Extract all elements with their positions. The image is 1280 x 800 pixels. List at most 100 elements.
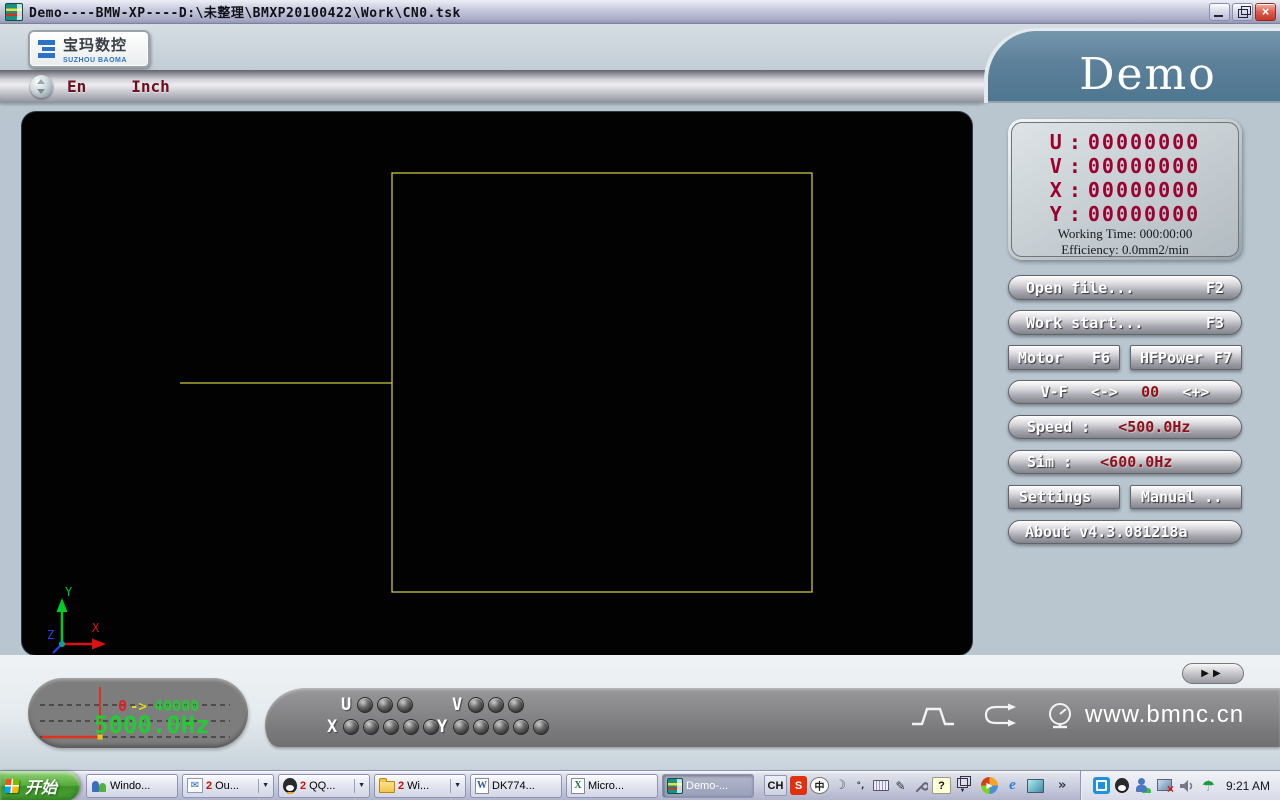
hf-power-button[interactable]: HFPower F7 [1130,345,1242,370]
indicator-group-v: V [452,695,524,715]
freq-current: 5000.0Hz [94,711,210,739]
chinese-mode-icon[interactable]: 中 [810,777,829,794]
sogou-ime-icon[interactable]: S [790,776,807,795]
motor-button[interactable]: Motor F6 [1008,345,1120,370]
input-language-indicator[interactable]: CH [764,775,787,796]
pulse-wave-icon[interactable] [910,703,956,729]
language-bar-options[interactable]: ▼ [954,776,971,795]
taskbar-clock[interactable]: 9:21 AM [1226,779,1270,793]
handwriting-icon[interactable]: ✎ [892,776,909,795]
tray-app-icon[interactable] [1093,777,1110,794]
tray-network-error-icon[interactable]: × [1156,777,1173,794]
tray-qq-icon[interactable] [1115,778,1129,793]
button-label: Open file... [1026,279,1134,297]
toolbar-overflow-chevron[interactable]: » [1058,778,1066,793]
punctuation-mode-icon[interactable]: °, [852,776,869,795]
tray-volume-icon[interactable] [1178,777,1195,794]
gauge-icon[interactable] [1045,700,1075,732]
dro-row-y: Y:00000000 [1012,202,1238,226]
z-axis-label: Z [47,628,54,642]
minimize-button[interactable] [1209,3,1230,21]
wrench-icon [914,779,928,793]
dropdown-arrow-icon[interactable]: ▼ [450,779,461,793]
windows-logo-icon [4,779,19,793]
sim-button[interactable]: Sim : <600.0Hz [1008,450,1242,474]
indicator-lamp-u-3 [397,697,413,713]
manual-button[interactable]: Manual .. [1130,485,1242,509]
indicator-lamp-x-2 [363,719,379,735]
task-button-messenger[interactable]: Windo... [86,774,178,798]
dropdown-arrow-icon[interactable]: ▼ [258,779,269,793]
part-rectangle [392,173,812,592]
tray-umbrella-icon[interactable]: ☂ [1200,777,1217,794]
vf-control[interactable]: V-F <-> 00 <+> [1008,380,1242,404]
indicator-label-u: U [341,695,351,715]
indicator-label-x: X [327,717,337,737]
taskbar: 开始 Windo... ✉2Ou...▼2QQ...▼2Wi...▼WDK774.… [0,770,1280,800]
speed-button[interactable]: Speed : <500.0Hz [1008,415,1242,439]
language-toggle[interactable]: En [67,77,86,96]
restore-toolbar-icon [957,778,968,788]
title-bar[interactable]: Demo----BMW-XP----D:\未整理\BMXP20100422\Wo… [0,0,1280,24]
button-label: Speed : [1027,418,1090,436]
task-button-folder[interactable]: 2Wi...▼ [374,774,466,798]
internet-explorer-icon[interactable]: e [1004,777,1021,794]
task-button-outlook[interactable]: ✉2Ou...▼ [182,774,274,798]
about-button[interactable]: About v4.3.081218a [1008,520,1242,544]
error-cross-icon: × [1167,784,1174,794]
next-page-button[interactable]: ▶▶ [1182,663,1244,684]
speed-value: <500.0Hz [1118,418,1190,436]
button-label: Work start... [1026,314,1143,332]
start-button[interactable]: 开始 [0,771,80,800]
dro-label: Y [1050,202,1062,226]
soft-keyboard-icon[interactable] [872,776,889,795]
menu-bar: En Inch [0,70,1002,103]
task-button-bmwapp[interactable]: Demo-... [662,774,754,798]
task-label: Windo... [110,780,173,792]
hotkey-label: F7 [1214,349,1232,367]
word-icon: W [475,778,489,794]
ime-tools-icon[interactable] [912,776,929,795]
help-icon[interactable]: ? [932,777,951,794]
frequency-monitor: 0 -> 40000 5000.0Hz [28,678,248,748]
indicator-lamp-u-2 [377,697,393,713]
indicator-lamp-v-3 [508,697,524,713]
app-icon [5,3,23,21]
tray-messenger-status-icon[interactable] [1134,777,1151,794]
settings-button[interactable]: Settings [1008,485,1120,509]
x-axis-arrow-icon [92,639,106,650]
indicator-group-y: Y [437,717,549,737]
task-button-word[interactable]: WDK774... [470,774,562,798]
start-label: 开始 [25,774,57,798]
open-file-button[interactable]: Open file... F2 [1008,275,1242,300]
dro-value: 00000000 [1088,202,1200,226]
wire-threading-icon[interactable] [980,701,1022,731]
vf-decrease-button[interactable]: <-> [1091,383,1118,401]
media-player-icon[interactable]: ▶ [981,777,998,794]
status-band: www.bmnc.cn UVXY [265,688,1280,747]
task-button-qq[interactable]: 2QQ...▼ [278,774,370,798]
hotkey-label: F6 [1092,349,1110,367]
restore-button[interactable] [1232,3,1253,21]
messenger-icon [91,778,107,794]
dropdown-arrow-icon[interactable]: ▼ [354,779,365,793]
show-desktop-icon[interactable] [1027,779,1044,793]
task-button-excel[interactable]: XMicro... [566,774,658,798]
vf-increase-button[interactable]: <+> [1182,383,1209,401]
work-start-button[interactable]: Work start... F3 [1008,310,1242,335]
working-time: Working Time: 000:00:00 [1012,226,1238,242]
close-button[interactable]: × [1255,3,1276,21]
dro-label: V [1050,154,1062,178]
fullwidth-mode-icon[interactable]: ☽ [832,776,849,795]
toggle-knob-icon[interactable] [30,75,53,98]
app-title: Demo [1048,49,1248,100]
indicator-lamp-y-5 [533,719,549,735]
indicator-lamp-v-1 [468,697,484,713]
drawing-canvas[interactable]: Y X Z [22,112,972,655]
dro-value: 00000000 [1088,178,1200,202]
outlook-icon: ✉ [187,778,203,793]
dro-label: U [1050,130,1062,154]
unit-toggle[interactable]: Inch [131,77,170,96]
sim-value: <600.0Hz [1100,453,1172,471]
y-axis-arrow-icon [57,598,68,612]
